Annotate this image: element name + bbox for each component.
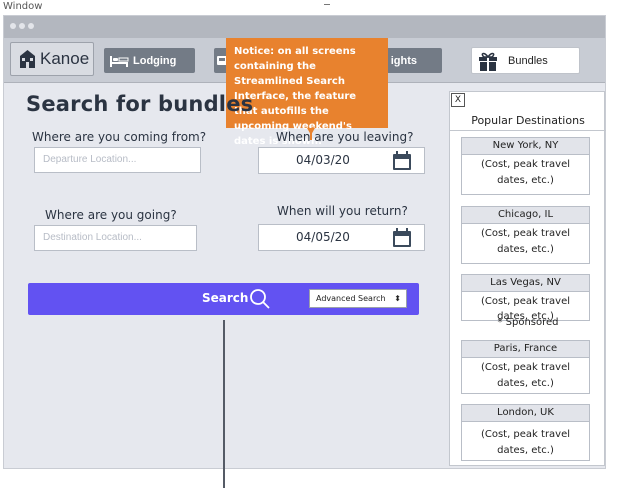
- panel-title: Popular Destinations: [471, 114, 585, 127]
- destination-card-paris[interactable]: Paris, France (Cost, peak travel dates, …: [461, 340, 590, 394]
- destination-card-london[interactable]: London, UK (Cost, peak travel dates, etc…: [461, 404, 590, 461]
- brand-name: Kanoe: [40, 49, 90, 68]
- sponsored-note: * Sponsored: [497, 317, 559, 328]
- destination-name: New York, NY: [462, 138, 589, 155]
- select-caret-icon: ⬍: [394, 294, 401, 303]
- nav-lodging-button[interactable]: Lodging: [104, 48, 195, 73]
- page-title: Search for bundles: [26, 92, 254, 116]
- calendar-icon[interactable]: [392, 228, 412, 248]
- minimize-window-dot[interactable]: [19, 23, 25, 29]
- close-panel-button[interactable]: X: [451, 93, 465, 107]
- destination-name: Paris, France: [462, 341, 589, 358]
- leaving-date-value: 04/03/20: [296, 153, 350, 167]
- window-label: Window: [3, 1, 43, 12]
- destination-details: (Cost, peak travel dates, etc.): [480, 362, 571, 389]
- leaving-date-input[interactable]: 04/03/20: [258, 147, 425, 174]
- departure-location-input[interactable]: Departure Location...: [34, 147, 201, 173]
- destination-card-las-vegas[interactable]: Las Vegas, NV (Cost, peak travel dates, …: [461, 274, 590, 322]
- nav-bundles-label: Bundles: [508, 54, 548, 67]
- popular-destinations-panel: X Popular Destinations New York, NY (Cos…: [449, 91, 606, 466]
- nav-flights-label: ights: [390, 54, 417, 67]
- destination-card-chicago[interactable]: Chicago, IL (Cost, peak travel dates, et…: [461, 206, 590, 264]
- search-icon: [250, 289, 270, 309]
- return-date-value: 04/05/20: [296, 230, 350, 244]
- destination-location-input[interactable]: Destination Location...: [34, 225, 197, 251]
- window-controls: [10, 23, 34, 29]
- annotation-connector-line: [223, 320, 225, 488]
- panel-divider: [450, 130, 606, 131]
- nav-bundles-button[interactable]: Bundles: [471, 47, 580, 74]
- nav-lodging-label: Lodging: [133, 54, 177, 67]
- advanced-search-select[interactable]: Advanced Search ⬍: [309, 289, 407, 308]
- destination-name: Chicago, IL: [462, 207, 589, 224]
- gift-icon: [479, 52, 497, 71]
- destination-label: Where are you going?: [45, 208, 177, 222]
- destination-card-new-york[interactable]: New York, NY (Cost, peak travel dates, e…: [461, 137, 590, 195]
- search-label: Search: [202, 291, 249, 305]
- return-label: When will you return?: [277, 204, 408, 218]
- destination-details: (Cost, peak travel dates, etc.): [480, 228, 571, 255]
- title-bar: [4, 16, 605, 38]
- return-date-input[interactable]: 04/05/20: [258, 224, 425, 251]
- advanced-search-label: Advanced Search: [316, 294, 386, 303]
- leaving-label: When are you leaving?: [276, 130, 414, 144]
- from-label: Where are you coming from?: [32, 130, 207, 144]
- search-button[interactable]: Search Advanced Search ⬍: [28, 283, 419, 315]
- window-grab-mark: [324, 0, 330, 5]
- destination-name: Las Vegas, NV: [462, 275, 589, 292]
- destination-details: (Cost, peak travel dates, etc.): [480, 159, 571, 186]
- nav-home-kanoe[interactable]: Kanoe: [10, 42, 94, 76]
- calendar-icon[interactable]: [392, 151, 412, 171]
- building-icon: [20, 50, 35, 68]
- bed-icon: [110, 55, 129, 67]
- destination-details: (Cost, peak travel dates, etc.): [480, 429, 571, 456]
- close-window-dot[interactable]: [10, 23, 16, 29]
- maximize-window-dot[interactable]: [28, 23, 34, 29]
- destination-name: London, UK: [462, 405, 589, 422]
